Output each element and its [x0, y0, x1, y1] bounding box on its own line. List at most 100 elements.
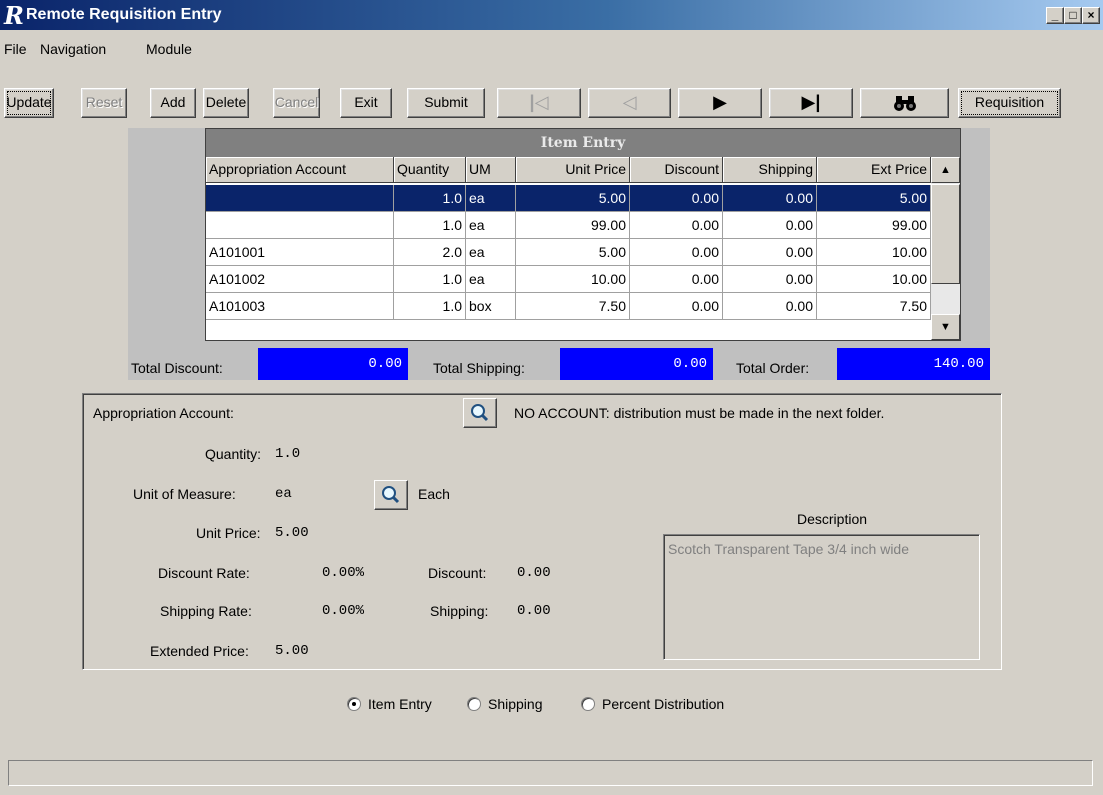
cell-quantity[interactable]: 1.0 [394, 266, 466, 293]
cell-um[interactable]: ea [466, 266, 516, 293]
menu-file[interactable]: File [4, 41, 27, 57]
column-header-unit-price[interactable]: Unit Price [516, 157, 630, 183]
grid-scrollbar[interactable]: ▲ ▼ [931, 157, 960, 340]
cell-um[interactable]: box [466, 293, 516, 320]
cell-quantity[interactable]: 1.0 [394, 293, 466, 320]
description-field[interactable]: Scotch Transparent Tape 3/4 inch wide [663, 534, 980, 660]
cell-discount[interactable]: 0.00 [630, 266, 723, 293]
column-header-quantity[interactable]: Quantity [394, 157, 466, 183]
previous-record-button[interactable]: ◁ [588, 88, 671, 118]
total-order-label: Total Order: [736, 360, 810, 376]
column-header-um[interactable]: UM [466, 157, 516, 183]
total-discount-label: Total Discount: [131, 360, 223, 376]
cell-unit-price[interactable]: 99.00 [516, 212, 630, 239]
magnifier-icon [471, 404, 489, 422]
first-record-button[interactable]: |◁ [497, 88, 581, 118]
cell-um[interactable]: ea [466, 239, 516, 266]
cell-shipping[interactable]: 0.00 [723, 185, 817, 212]
find-button[interactable] [860, 88, 949, 118]
shipping-rate-label: Shipping Rate: [160, 603, 252, 619]
discount-rate-label: Discount Rate: [158, 565, 250, 581]
cell-quantity[interactable]: 1.0 [394, 212, 466, 239]
first-icon: |◁ [529, 92, 549, 112]
cell-quantity[interactable]: 1.0 [394, 185, 466, 212]
shipping-rate-value: 0.00% [322, 603, 365, 619]
reset-button[interactable]: Reset [81, 88, 127, 118]
table-row[interactable]: A101003 1.0 box 7.50 0.00 0.00 7.50 [206, 293, 931, 320]
close-button[interactable]: × [1082, 7, 1100, 24]
cell-shipping[interactable]: 0.00 [723, 293, 817, 320]
cell-shipping[interactable]: 0.00 [723, 266, 817, 293]
mode-item-entry-radio[interactable] [347, 697, 361, 711]
cell-quantity[interactable]: 2.0 [394, 239, 466, 266]
cell-discount[interactable]: 0.00 [630, 239, 723, 266]
menu-navigation[interactable]: Navigation [40, 41, 106, 57]
mode-percent-distribution-label[interactable]: Percent Distribution [602, 695, 724, 713]
add-button[interactable]: Add [150, 88, 196, 118]
column-header-account[interactable]: Appropriation Account [206, 157, 394, 183]
cell-discount[interactable]: 0.00 [630, 293, 723, 320]
menu-module[interactable]: Module [146, 41, 192, 57]
cell-discount[interactable]: 0.00 [630, 212, 723, 239]
account-lookup-button[interactable] [463, 398, 497, 428]
table-row[interactable]: A101002 1.0 ea 10.00 0.00 0.00 10.00 [206, 266, 931, 293]
submit-button[interactable]: Submit [407, 88, 485, 118]
cell-unit-price[interactable]: 5.00 [516, 239, 630, 266]
extended-price-label: Extended Price: [150, 643, 249, 659]
cell-ext-price[interactable]: 10.00 [817, 239, 931, 266]
shipping-value: 0.00 [517, 603, 551, 619]
mode-item-entry-label[interactable]: Item Entry [368, 695, 432, 713]
cell-ext-price[interactable]: 10.00 [817, 266, 931, 293]
minimize-button[interactable]: _ [1046, 7, 1064, 24]
cell-account[interactable]: A101003 [206, 293, 394, 320]
cell-unit-price[interactable]: 5.00 [516, 185, 630, 212]
cell-um[interactable]: ea [466, 212, 516, 239]
mode-percent-distribution-radio[interactable] [581, 697, 595, 711]
unit-price-label: Unit Price: [196, 525, 261, 541]
item-grid[interactable]: Item Entry Appropriation Account Quantit… [205, 128, 961, 341]
table-row[interactable]: A101001 2.0 ea 5.00 0.00 0.00 10.00 [206, 239, 931, 266]
total-shipping-label: Total Shipping: [433, 360, 525, 376]
update-button[interactable]: Update [4, 88, 54, 118]
binoculars-icon [893, 96, 916, 111]
delete-button[interactable]: Delete [203, 88, 249, 118]
cell-shipping[interactable]: 0.00 [723, 212, 817, 239]
scroll-up-button[interactable]: ▲ [931, 157, 960, 183]
description-label: Description [797, 511, 868, 527]
cell-discount[interactable]: 0.00 [630, 185, 723, 212]
cell-ext-price[interactable]: 5.00 [817, 185, 931, 212]
cell-shipping[interactable]: 0.00 [723, 239, 817, 266]
discount-label: Discount: [428, 565, 487, 581]
total-shipping-value: 0.00 [560, 348, 713, 380]
cell-unit-price[interactable]: 7.50 [516, 293, 630, 320]
scroll-thumb[interactable] [931, 184, 960, 284]
quantity-value: 1.0 [275, 446, 301, 462]
last-record-button[interactable]: ▶| [769, 88, 853, 118]
window-title: Remote Requisition Entry [26, 6, 222, 23]
grid-title: Item Entry [206, 129, 960, 157]
requisition-button[interactable]: Requisition [958, 88, 1061, 118]
cell-account[interactable]: A101002 [206, 266, 394, 293]
maximize-button[interactable]: □ [1064, 7, 1082, 24]
cell-account[interactable] [206, 212, 394, 239]
cell-unit-price[interactable]: 10.00 [516, 266, 630, 293]
cell-account[interactable]: A101001 [206, 239, 394, 266]
column-header-ext-price[interactable]: Ext Price [817, 157, 931, 183]
cell-ext-price[interactable]: 7.50 [817, 293, 931, 320]
table-row[interactable]: 1.0 ea 5.00 0.00 0.00 5.00 [206, 185, 931, 212]
column-header-discount[interactable]: Discount [630, 157, 723, 183]
cancel-button[interactable]: Cancel [273, 88, 320, 118]
uom-lookup-button[interactable] [374, 480, 408, 510]
cell-ext-price[interactable]: 99.00 [817, 212, 931, 239]
column-header-shipping[interactable]: Shipping [723, 157, 817, 183]
scroll-down-button[interactable]: ▼ [931, 314, 960, 340]
table-row[interactable]: 1.0 ea 99.00 0.00 0.00 99.00 [206, 212, 931, 239]
cell-um[interactable]: ea [466, 185, 516, 212]
next-record-button[interactable]: ▶ [678, 88, 762, 118]
mode-shipping-radio[interactable] [467, 697, 481, 711]
unit-price-value: 5.00 [275, 525, 309, 541]
exit-button[interactable]: Exit [340, 88, 392, 118]
app-logo: R [4, 1, 24, 30]
cell-account[interactable] [206, 185, 394, 212]
mode-shipping-label[interactable]: Shipping [488, 695, 543, 713]
